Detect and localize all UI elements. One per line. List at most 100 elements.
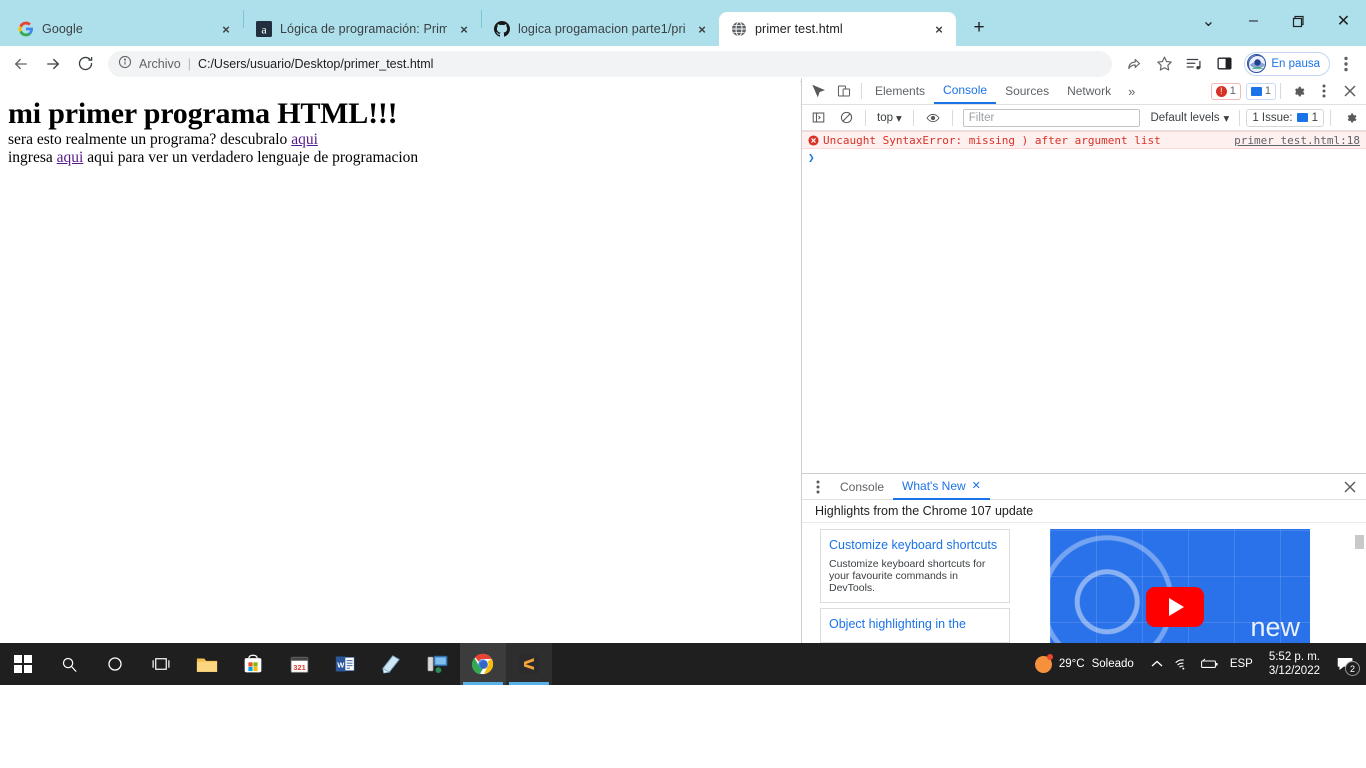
whats-new-card[interactable]: Customize keyboard shortcuts Customize k…	[820, 529, 1010, 603]
console-settings-gear-icon[interactable]	[1337, 106, 1363, 130]
tab-close-button[interactable]: ×	[930, 20, 948, 38]
browser-tab-2[interactable]: logica progamacion parte1/prim ×	[482, 12, 719, 46]
remote-desktop[interactable]	[414, 643, 460, 685]
card-heading[interactable]: Object highlighting in the	[829, 615, 1001, 634]
device-toolbar-icon[interactable]	[831, 79, 857, 103]
close-window-button[interactable]: ✕	[1321, 6, 1366, 36]
tab-search-button[interactable]: ⌄	[1186, 6, 1231, 36]
weather-temperature: 29°C	[1058, 658, 1085, 670]
execution-context-select[interactable]: top ▾	[872, 111, 907, 125]
share-icon[interactable]	[1120, 50, 1148, 78]
side-panel-icon[interactable]	[1210, 50, 1238, 78]
search-button[interactable]	[46, 643, 92, 685]
sublime-text-app[interactable]	[506, 643, 552, 685]
cortana-button[interactable]	[92, 643, 138, 685]
console-prompt[interactable]: ❯	[802, 149, 1366, 166]
drawer-kebab-icon[interactable]	[805, 475, 831, 499]
toolbar-divider	[1280, 83, 1281, 99]
drawer-close-icon[interactable]	[1337, 475, 1363, 499]
start-button[interactable]	[0, 643, 46, 685]
page-content: mi primer programa HTML!!! sera esto rea…	[0, 78, 800, 175]
console-error-message: Uncaught SyntaxError: missing ) after ar…	[823, 133, 1161, 147]
message-count-badge[interactable]: 1	[1245, 82, 1276, 100]
svg-text:W: W	[337, 660, 345, 669]
card-heading[interactable]: Customize keyboard shortcuts	[829, 536, 1001, 555]
battery-icon[interactable]	[1196, 643, 1222, 685]
execution-context-label: top	[877, 111, 893, 124]
show-hidden-icons-chevron[interactable]	[1144, 643, 1170, 685]
maximize-button[interactable]	[1276, 6, 1321, 36]
toolbar-divider	[861, 83, 862, 99]
browser-tab-1[interactable]: a Lógica de programación: Primero ×	[244, 12, 481, 46]
page-viewport: mi primer programa HTML!!! sera esto rea…	[0, 78, 800, 643]
browser-tab-3[interactable]: primer test.html ×	[719, 12, 956, 46]
chrome-app[interactable]	[460, 643, 506, 685]
language-indicator[interactable]: ESP	[1222, 658, 1261, 670]
drawer-tab-console[interactable]: Console	[831, 474, 893, 500]
whats-new-video-thumbnail[interactable]: new	[1050, 529, 1310, 643]
clock-widget[interactable]: 5:52 p. m. 3/12/2022	[1261, 650, 1328, 678]
console-error-source-link[interactable]: primer test.html:18	[1234, 134, 1360, 147]
tab-close-button[interactable]: ×	[693, 20, 711, 38]
log-levels-select[interactable]: Default levels ▾	[1146, 111, 1233, 125]
link-aqui-1[interactable]: aqui	[291, 131, 318, 148]
devtools-kebab-icon[interactable]	[1311, 79, 1337, 103]
console-error-row[interactable]: Uncaught SyntaxError: missing ) after ar…	[802, 131, 1366, 149]
new-tab-button[interactable]: +	[964, 13, 994, 43]
page-paragraph-1: sera esto realmente un programa? descubr…	[8, 131, 792, 149]
notes-app[interactable]	[368, 643, 414, 685]
devtools-tab-sources[interactable]: Sources	[996, 78, 1058, 104]
address-bar[interactable]: Archivo | C:/Users/usuario/Desktop/prime…	[108, 50, 1113, 77]
word-app[interactable]: W	[322, 643, 368, 685]
console-output[interactable]: Uncaught SyntaxError: missing ) after ar…	[802, 131, 1366, 473]
error-count-badge[interactable]: ! 1	[1210, 82, 1241, 100]
star-icon[interactable]	[1150, 50, 1178, 78]
globe-icon	[731, 21, 747, 37]
minimize-button[interactable]: –	[1231, 6, 1276, 36]
console-filter-input[interactable]: Filter	[962, 108, 1141, 127]
inspect-element-icon[interactable]	[805, 79, 831, 103]
devtools-tab-network[interactable]: Network	[1058, 78, 1120, 104]
media-control-icon[interactable]	[1180, 50, 1208, 78]
more-tabs-icon[interactable]: »	[1120, 84, 1143, 99]
reload-button[interactable]	[70, 49, 100, 79]
notification-center-button[interactable]: 2	[1328, 643, 1362, 685]
devtools-tab-console[interactable]: Console	[934, 78, 997, 104]
gear-icon[interactable]	[1285, 79, 1311, 103]
forward-button[interactable]	[38, 49, 68, 79]
paragraph-1-text: sera esto realmente un programa? descubr…	[8, 131, 292, 148]
taskbar-app-list: 321 W	[0, 643, 552, 685]
drawer-scrollbar[interactable]	[1355, 525, 1364, 641]
clear-console-icon[interactable]	[833, 106, 859, 130]
console-sidebar-icon[interactable]	[805, 106, 831, 130]
profile-button[interactable]: En pausa	[1244, 51, 1330, 76]
weather-widget[interactable]: 29°C Soleado	[1029, 653, 1144, 673]
tab-close-button[interactable]: ×	[217, 20, 235, 38]
browser-toolbar: Archivo | C:/Users/usuario/Desktop/prime…	[0, 46, 1366, 82]
back-button[interactable]	[6, 49, 36, 79]
task-view-button[interactable]	[138, 643, 184, 685]
browser-tab-0[interactable]: Google ×	[6, 12, 243, 46]
link-aqui-2[interactable]: aqui	[57, 149, 84, 166]
microsoft-store[interactable]	[230, 643, 276, 685]
issues-label: 1 Issue:	[1252, 111, 1293, 124]
system-tray: 29°C Soleado ESP 5:52 p. m. 3/12/2022 2	[1029, 643, 1366, 685]
chrome-menu-icon[interactable]	[1332, 50, 1360, 78]
calendar-app[interactable]: 321	[276, 643, 322, 685]
notification-count-badge: 2	[1345, 661, 1360, 676]
drawer-tab-whats-new[interactable]: What's New ✕	[893, 474, 990, 500]
scrollbar-thumb[interactable]	[1355, 535, 1364, 549]
devtools-close-icon[interactable]	[1337, 79, 1363, 103]
whats-new-card[interactable]: Object highlighting in the	[820, 608, 1010, 643]
live-expression-icon[interactable]	[920, 106, 946, 130]
file-explorer[interactable]	[184, 643, 230, 685]
drawer-tab-close-icon[interactable]: ✕	[972, 479, 981, 492]
tab-close-button[interactable]: ×	[455, 20, 473, 38]
amazon-icon: a	[256, 21, 272, 37]
github-icon	[494, 21, 510, 37]
issues-button[interactable]: 1 Issue: 1	[1246, 108, 1324, 127]
devtools-tab-elements[interactable]: Elements	[866, 78, 934, 104]
drawer-tab-label: What's New	[902, 478, 966, 493]
profile-status-label: En pausa	[1271, 57, 1320, 70]
wifi-icon[interactable]	[1170, 643, 1196, 685]
